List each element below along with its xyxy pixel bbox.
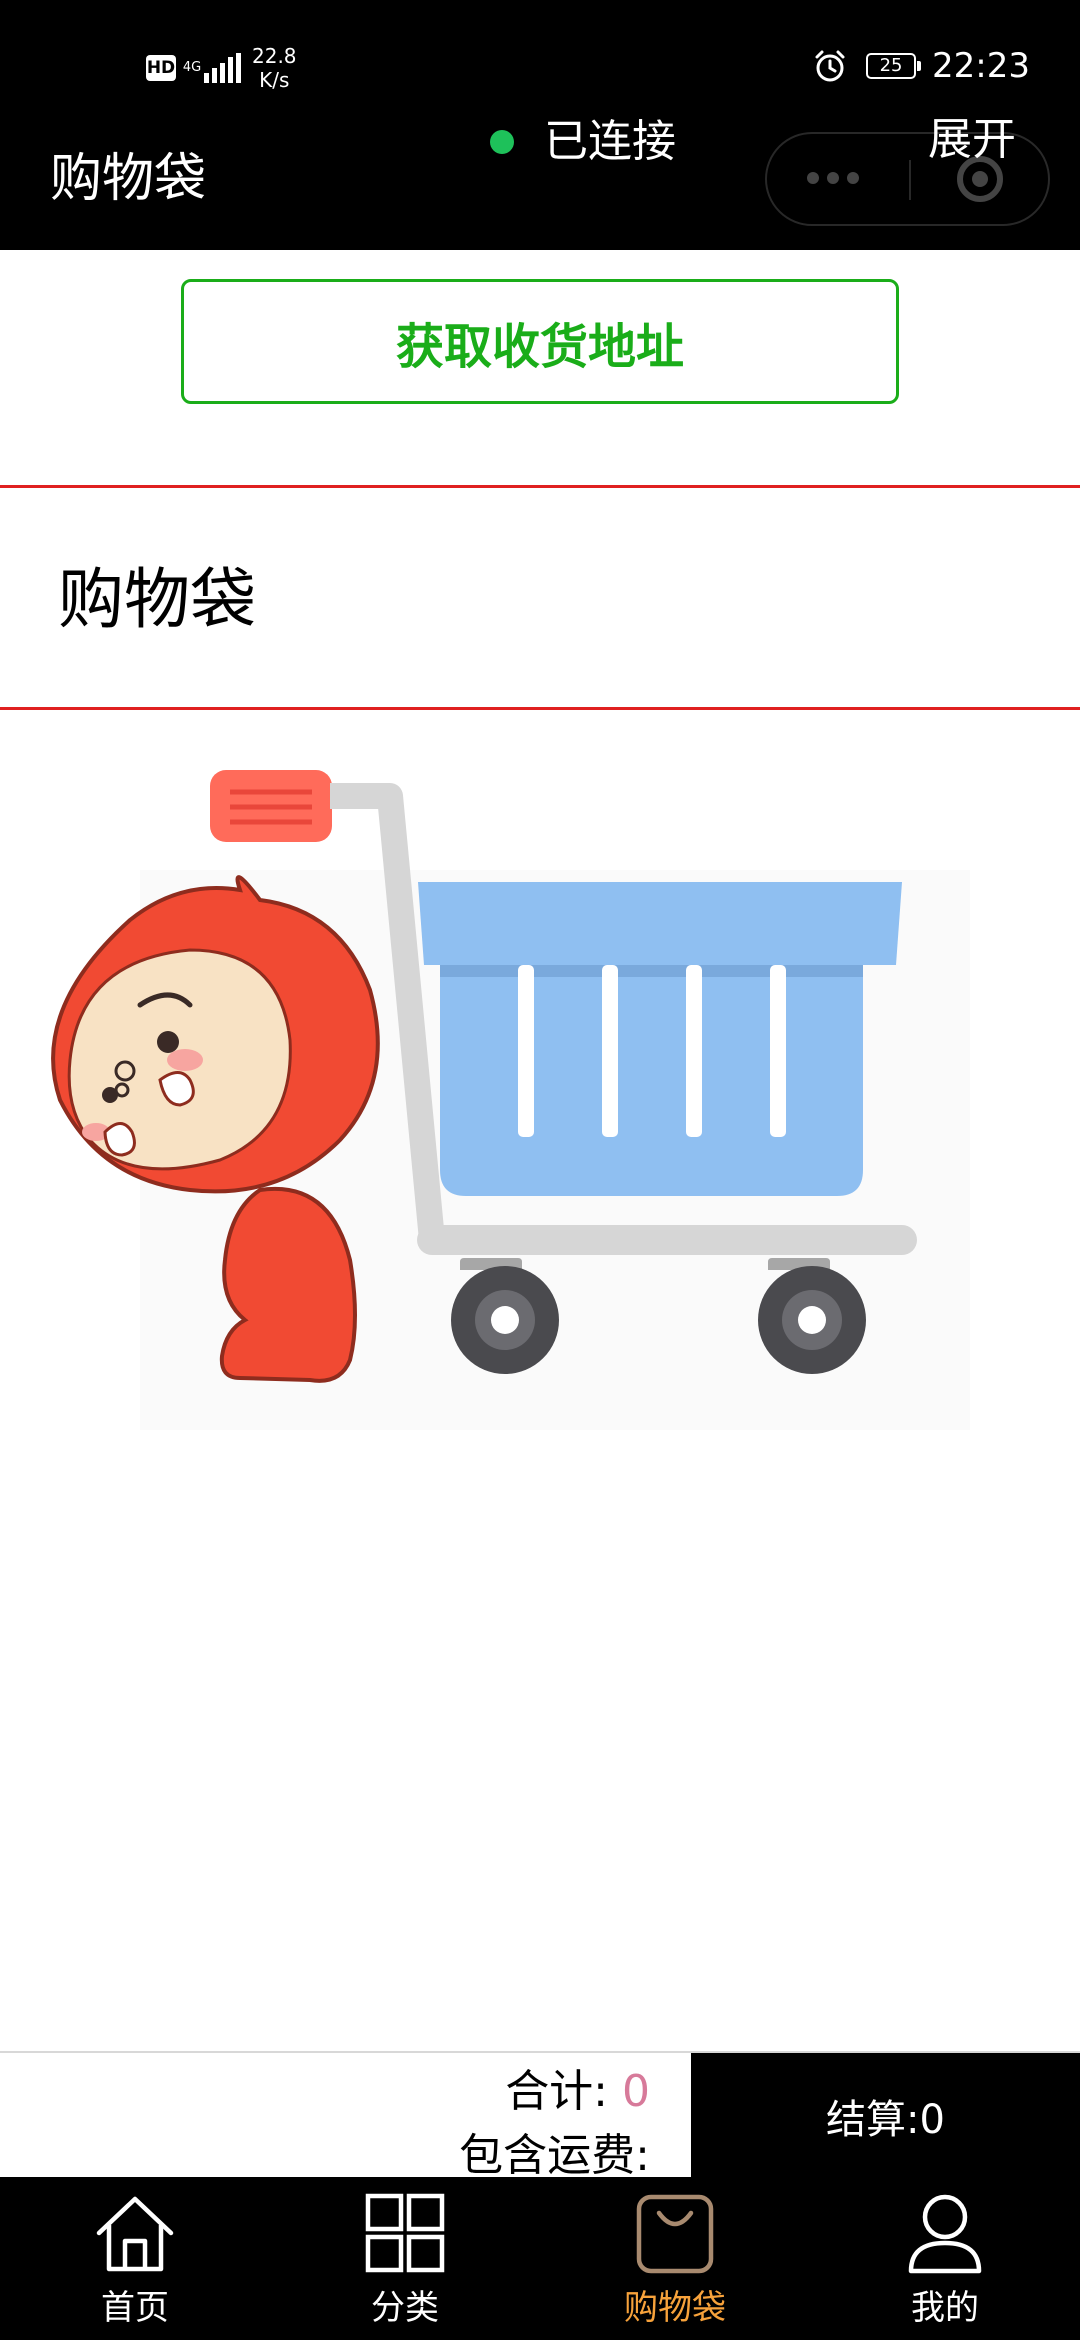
section-divider-top bbox=[0, 485, 1080, 488]
hd-badge: HD bbox=[146, 55, 176, 81]
battery-icon: 25 bbox=[866, 53, 922, 79]
home-icon bbox=[96, 2196, 174, 2272]
capsule-divider bbox=[909, 160, 911, 200]
tab-home[interactable]: 首页 bbox=[0, 2177, 270, 2340]
tab-label-category: 分类 bbox=[371, 2288, 439, 2328]
more-dots-icon[interactable] bbox=[807, 172, 867, 184]
network-type: 4G bbox=[182, 60, 202, 75]
network-speed: 22.8 K/s bbox=[252, 44, 297, 92]
connection-status: 已连接 bbox=[490, 114, 676, 170]
alarm-icon bbox=[815, 50, 845, 82]
total-label: 合计: bbox=[505, 2066, 622, 2117]
bottom-tab-bar: 首页 分类 购物袋 我的 bbox=[0, 2177, 1080, 2340]
tab-profile[interactable]: 我的 bbox=[810, 2177, 1080, 2340]
top-header: HD 4G 22.8 K/s 25 22:23 购物袋 已连接 展开 bbox=[0, 0, 1080, 250]
get-address-button[interactable]: 获取收货地址 bbox=[181, 279, 899, 404]
signal-icon bbox=[204, 53, 244, 83]
checkout-summary-bar: 合计: 0 包含运费: 结算:0 bbox=[0, 2051, 1080, 2179]
connection-label: 已连接 bbox=[544, 116, 676, 167]
section-divider-bottom bbox=[0, 707, 1080, 710]
tab-label-home: 首页 bbox=[101, 2288, 169, 2328]
section-title: 购物袋 bbox=[58, 561, 256, 638]
tab-shopping-bag[interactable]: 购物袋 bbox=[540, 2177, 810, 2340]
tab-label-profile: 我的 bbox=[911, 2288, 979, 2328]
network-speed-unit: K/s bbox=[259, 68, 290, 92]
total-value: 0 bbox=[622, 2066, 650, 2117]
expand-button[interactable]: 展开 bbox=[928, 112, 1016, 168]
empty-shopping-cart-illustration bbox=[51, 770, 970, 1430]
status-time: 22:23 bbox=[932, 46, 1030, 86]
shopping-bag-icon bbox=[636, 2194, 714, 2274]
network-speed-value: 22.8 bbox=[252, 44, 297, 68]
shipping-label: 包含运费: bbox=[459, 2130, 650, 2179]
status-bar-right: 25 22:23 bbox=[812, 44, 1030, 88]
total-amount: 合计: 0 bbox=[505, 2063, 650, 2121]
checkout-button[interactable]: 结算:0 bbox=[691, 2053, 1080, 2179]
tab-category[interactable]: 分类 bbox=[270, 2177, 540, 2340]
connection-dot-icon bbox=[490, 130, 514, 154]
status-bar-left: HD 4G 22.8 K/s bbox=[146, 44, 297, 92]
user-icon bbox=[908, 2194, 982, 2274]
grid-icon bbox=[365, 2193, 445, 2273]
battery-level: 25 bbox=[879, 55, 903, 76]
page-title: 购物袋 bbox=[50, 149, 207, 209]
tab-label-shopping-bag: 购物袋 bbox=[624, 2288, 726, 2328]
